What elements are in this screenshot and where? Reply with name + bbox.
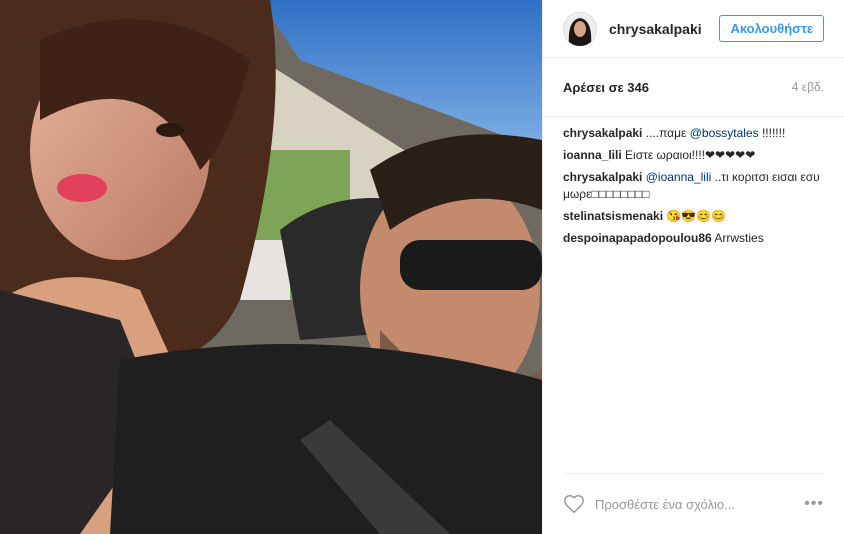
post-time[interactable]: 4 εβδ. bbox=[792, 80, 824, 94]
comment-text: ....παμε bbox=[645, 126, 690, 140]
avatar[interactable] bbox=[563, 11, 597, 46]
more-options-icon[interactable]: ••• bbox=[804, 495, 824, 513]
add-comment-input[interactable]: Προσθέστε ένα σχόλιο... bbox=[595, 497, 804, 512]
comment-text: 😘😎😊😊 bbox=[666, 209, 727, 223]
comment-item: stelinatsismenaki 😘😎😊😊 bbox=[563, 208, 824, 225]
follow-button[interactable]: Ακολουθήστε bbox=[719, 15, 824, 42]
comment-mention[interactable]: @ioanna_lili bbox=[646, 170, 712, 184]
instagram-post: chrysakalpaki Ακολουθήστε Αρέσει σε 346 … bbox=[0, 0, 844, 534]
comment-item: chrysakalpaki ....παμε @bossytales !!!!!… bbox=[563, 125, 824, 142]
likes-row: Αρέσει σε 346 4 εβδ. bbox=[543, 58, 844, 117]
avatar-image bbox=[563, 11, 597, 46]
comment-username[interactable]: chrysakalpaki bbox=[563, 170, 642, 184]
comment-item: despoinapapadopoulou86 Arrwsties bbox=[563, 230, 824, 247]
heart-icon[interactable] bbox=[563, 493, 585, 515]
comment-text: Ειστε ωραιοι!!!!❤❤❤❤❤ bbox=[625, 148, 756, 162]
comment-mention[interactable]: @bossytales bbox=[690, 126, 759, 140]
likes-count[interactable]: Αρέσει σε 346 bbox=[563, 80, 649, 95]
post-photo[interactable] bbox=[0, 0, 542, 534]
post-sidebar: chrysakalpaki Ακολουθήστε Αρέσει σε 346 … bbox=[542, 0, 844, 534]
comment-bar: Προσθέστε ένα σχόλιο... ••• bbox=[563, 473, 824, 534]
comment-text: !!!!!!! bbox=[758, 126, 786, 140]
username-link[interactable]: chrysakalpaki bbox=[609, 21, 719, 37]
comment-username[interactable]: stelinatsismenaki bbox=[563, 209, 663, 223]
post-header: chrysakalpaki Ακολουθήστε bbox=[543, 0, 844, 58]
comment-text: Arrwsties bbox=[714, 231, 764, 245]
comment-list: chrysakalpaki ....παμε @bossytales !!!!!… bbox=[543, 117, 844, 247]
comment-username[interactable]: chrysakalpaki bbox=[563, 126, 642, 140]
comment-item: ioanna_lili Ειστε ωραιοι!!!!❤❤❤❤❤ bbox=[563, 147, 824, 164]
selfie-image bbox=[0, 0, 542, 534]
comment-username[interactable]: ioanna_lili bbox=[563, 148, 622, 162]
comment-item: chrysakalpaki @ioanna_lili ..τι κοριτσι … bbox=[563, 169, 824, 203]
comment-username[interactable]: despoinapapadopoulou86 bbox=[563, 231, 712, 245]
